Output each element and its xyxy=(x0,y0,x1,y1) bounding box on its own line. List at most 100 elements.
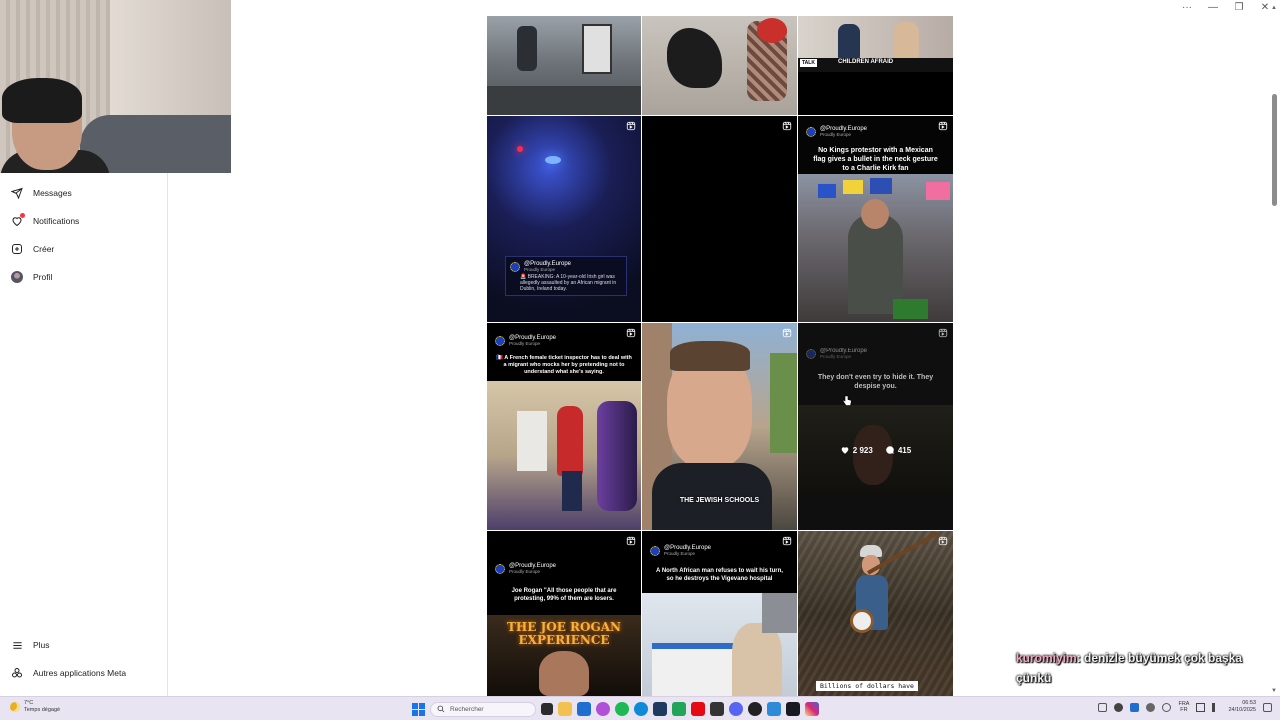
store-icon[interactable] xyxy=(577,702,591,716)
terminal-icon[interactable] xyxy=(653,702,667,716)
profile-avatar-wrap xyxy=(10,270,24,284)
account-handle: @Proudly.Europe Proudly Europe xyxy=(806,126,867,137)
restore-button[interactable]: ❐ xyxy=(1232,2,1246,13)
sidebar-item-meta-apps[interactable]: Autres applications Meta xyxy=(10,664,126,682)
protest-sign xyxy=(843,180,863,194)
more-button[interactable]: ··· xyxy=(1180,2,1194,13)
sidebar-item-profile[interactable]: Profil xyxy=(10,268,52,286)
sidebar-item-label: Profil xyxy=(33,272,53,282)
bluetooth-icon[interactable] xyxy=(1162,702,1172,712)
sidebar-item-label: Notifications xyxy=(33,216,80,226)
handle-subtext: Proudly Europe xyxy=(664,551,696,556)
post-tile[interactable]: @Proudly.Europe Proudly Europe 🇫🇷 A Frenc… xyxy=(487,323,641,530)
scroll-down-arrow[interactable]: ▼ xyxy=(1271,688,1277,694)
search-icon xyxy=(437,705,445,713)
stream-chat-message: kuromiyim: denizle büyümek çok başka çün… xyxy=(1016,648,1276,688)
hover-stats-overlay[interactable]: 2 923 415 xyxy=(798,405,953,495)
tray-app-icon[interactable] xyxy=(1146,702,1156,712)
sidebar-item-messages[interactable]: Messages xyxy=(10,184,72,202)
train-photo xyxy=(487,381,641,530)
protest-photo xyxy=(798,174,953,322)
post-tile[interactable]: @Proudly.Europe Proudly Europe Joe Rogan … xyxy=(487,531,641,696)
post-caption: 🇫🇷 A French female ticket inspector has … xyxy=(496,355,632,375)
network-icon[interactable] xyxy=(1196,702,1206,712)
obs-icon[interactable] xyxy=(748,702,762,716)
app-icon[interactable] xyxy=(710,702,724,716)
avatar xyxy=(11,271,23,283)
clock[interactable]: 06:53 24/10/2025 xyxy=(1228,700,1256,714)
netflix-icon[interactable] xyxy=(691,702,705,716)
scrollbar[interactable] xyxy=(1272,10,1277,690)
post-caption: A North African man refuses to wait his … xyxy=(656,568,783,582)
account-handle: @Proudly.Europe Proudly Europe xyxy=(510,261,571,272)
channel-badge: TALK xyxy=(800,59,817,67)
video-subtitle: Billions of dollars have xyxy=(816,681,918,691)
comments-count: 415 xyxy=(897,445,912,455)
windows-start-icon[interactable] xyxy=(412,702,425,716)
tweet-text: 🚨 BREAKING: A 10-year-old Irish girl was… xyxy=(520,274,617,292)
podcast-photo: THE JOE ROGAN EXPERIENCE xyxy=(487,615,641,696)
menu-icon xyxy=(10,638,24,652)
opera-icon[interactable] xyxy=(596,702,610,716)
siren-light xyxy=(545,156,561,164)
instagram-icon[interactable] xyxy=(805,702,819,716)
scrollbar-thumb[interactable] xyxy=(1272,94,1277,206)
reel-icon xyxy=(938,328,948,338)
person-blurred xyxy=(732,623,782,696)
neon-sign: THE JOE ROGAN EXPERIENCE xyxy=(507,620,621,647)
volume-icon[interactable] xyxy=(1212,702,1221,712)
post-tile[interactable]: THE JEWISH SCHOOLS xyxy=(642,323,797,530)
weather-moon-icon xyxy=(10,702,20,712)
discord-icon[interactable] xyxy=(729,702,743,716)
chat-username: kuromiyim xyxy=(1016,651,1077,665)
post-tile[interactable] xyxy=(642,16,797,115)
account-handle: @Proudly.Europe Proudly Europe xyxy=(495,335,556,346)
notification-center-icon[interactable] xyxy=(1263,702,1272,712)
pavement xyxy=(487,86,641,115)
sidebar-item-label: Messages xyxy=(33,188,72,198)
taskbar-apps: Rechercher xyxy=(412,700,819,718)
steam-icon[interactable] xyxy=(786,702,800,716)
taskbar: 7°C Temps dégagé Rechercher FRA FR 06:53… xyxy=(0,696,1280,720)
post-tile[interactable]: @Proudly.Europe Proudly Europe No Kings p… xyxy=(798,116,953,322)
post-tile[interactable]: @Proudly.Europe Proudly Europe 🚨 BREAKING… xyxy=(487,116,641,322)
sidebar-item-more[interactable]: Plus xyxy=(10,636,50,654)
reel-icon xyxy=(938,121,948,131)
tray-app-icon[interactable] xyxy=(1098,702,1108,712)
handle-subtext: Proudly Europe xyxy=(524,267,556,272)
window-controls: ··· — ❐ ✕ xyxy=(1180,2,1272,13)
mexican-flag xyxy=(893,299,928,319)
language-indicator[interactable]: FRA FR xyxy=(1178,701,1189,713)
app-icon[interactable] xyxy=(767,702,781,716)
tray-app-icon[interactable] xyxy=(1130,702,1140,712)
post-tile-hovered[interactable]: @Proudly.Europe Proudly Europe They don't… xyxy=(798,323,953,530)
sidebar-item-notifications[interactable]: Notifications xyxy=(10,212,79,230)
post-tile[interactable]: Billions of dollars have xyxy=(798,531,953,696)
account-handle: @Proudly.Europe Proudly Europe xyxy=(495,563,556,574)
post-tile[interactable]: TALK CHILDREN AFRAID xyxy=(798,16,953,115)
close-button[interactable]: ✕ xyxy=(1258,2,1272,13)
sidebar-item-create[interactable]: Créer xyxy=(10,240,54,258)
comment-filled-icon xyxy=(886,446,894,454)
account-handle: @Proudly.Europe Proudly Europe xyxy=(806,348,867,359)
task-view-icon[interactable] xyxy=(541,703,553,715)
weather-widget[interactable]: 7°C Temps dégagé xyxy=(10,700,60,714)
post-tile[interactable] xyxy=(487,16,641,115)
taskbar-search[interactable]: Rechercher xyxy=(430,701,536,717)
file-explorer-icon[interactable] xyxy=(558,702,572,716)
handle-subtext: Proudly Europe xyxy=(509,569,541,574)
sidebar-item-label: Plus xyxy=(33,640,50,650)
tray-app-icon[interactable] xyxy=(1114,702,1124,712)
post-tile[interactable] xyxy=(642,116,797,322)
red-object xyxy=(757,18,787,43)
post-caption: No Kings protestor with a Mexican flag g… xyxy=(813,147,938,172)
man-hair xyxy=(670,341,750,371)
edge-icon[interactable] xyxy=(634,702,648,716)
keyboard-layout: FR xyxy=(1180,707,1188,713)
xbox-icon[interactable] xyxy=(672,702,686,716)
minimize-button[interactable]: — xyxy=(1206,2,1220,13)
post-tile[interactable]: @Proudly.Europe Proudly Europe A North Af… xyxy=(642,531,797,696)
eu-flag-icon xyxy=(650,545,660,556)
eu-flag-icon xyxy=(806,126,816,137)
spotify-icon[interactable] xyxy=(615,702,629,716)
